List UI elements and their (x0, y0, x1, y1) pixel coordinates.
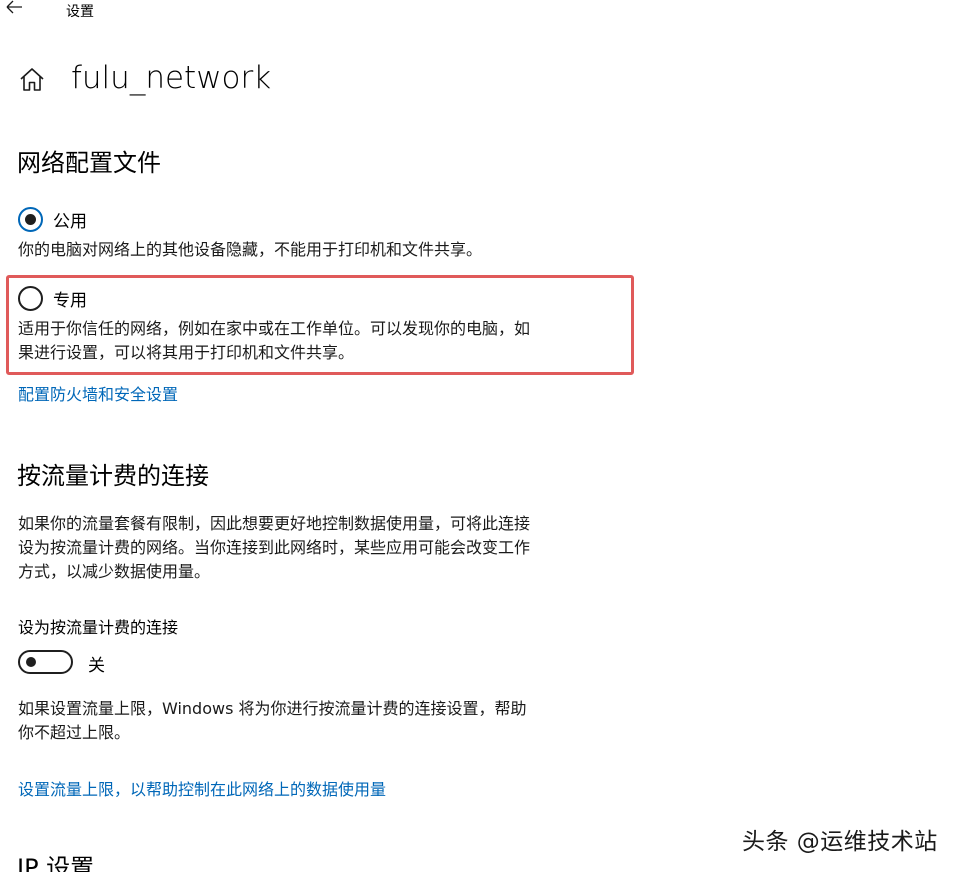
section-title-ip: IP 设置 (17, 854, 95, 872)
metered-toggle-state: 关 (88, 656, 105, 676)
data-limit-link[interactable]: 设置流量上限，以帮助控制在此网络上的数据使用量 (18, 776, 386, 800)
radio-private-indicator[interactable] (18, 285, 43, 311)
metered-description-line-1: 如果你的流量套餐有限制，因此想要更好地控制数据使用量，可将此连接 (18, 514, 531, 533)
metered-description-line-2: 设为按流量计费的网络。当你连接到此网络时，某些应用可能会改变工作 (18, 538, 531, 557)
private-description-line-2: 果进行设置，可以将其用于打印机和文件共享。 (18, 343, 355, 362)
title-bar: 设置 (0, 0, 968, 24)
radio-private-label: 专用 (53, 290, 87, 311)
radio-public-indicator[interactable] (18, 206, 43, 232)
back-button[interactable] (6, 0, 30, 18)
limit-description-line-2: 你不超过上限。 (18, 723, 131, 742)
firewall-settings-link[interactable]: 配置防火墙和安全设置 (18, 381, 178, 405)
toggle-knob (26, 657, 36, 667)
radio-private[interactable]: 专用 (18, 285, 87, 311)
limit-description-line-1: 如果设置流量上限，Windows 将为你进行按流量计费的连接设置，帮助 (18, 699, 527, 718)
metered-toggle[interactable] (18, 650, 73, 674)
private-description-line-1: 适用于你信任的网络，例如在家中或在工作单位。可以发现你的电脑，如 (18, 319, 531, 338)
home-icon (20, 68, 44, 91)
page-title: fulu_network (71, 60, 272, 96)
metered-toggle-label: 设为按流量计费的连接 (18, 618, 179, 637)
arrow-left-icon (6, 0, 22, 14)
watermark: 头条 @运维技术站 (742, 829, 938, 855)
window-title: 设置 (66, 4, 94, 20)
section-title-metered: 按流量计费的连接 (17, 462, 209, 490)
metered-description-line-3: 方式，以减少数据使用量。 (18, 562, 211, 581)
radio-public[interactable]: 公用 (18, 206, 87, 232)
radio-public-label: 公用 (53, 211, 87, 232)
section-title-network-profile: 网络配置文件 (17, 149, 161, 177)
public-description: 你的电脑对网络上的其他设备隐藏，不能用于打印机和文件共享。 (18, 240, 483, 259)
